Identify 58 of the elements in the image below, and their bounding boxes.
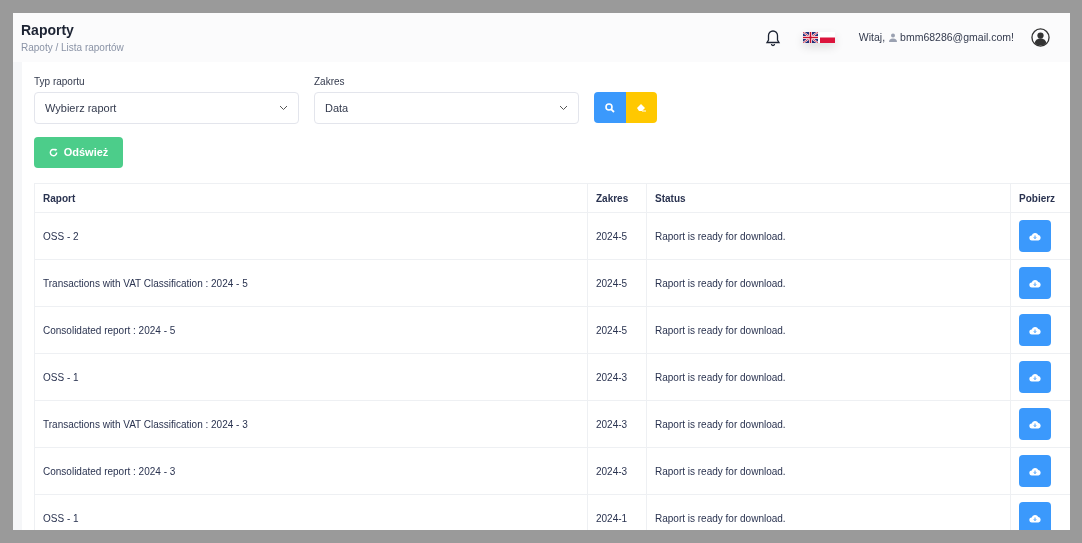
column-header: Status <box>646 183 1011 213</box>
greeting-text: Witaj, <box>858 29 886 45</box>
breadcrumb: Rapoty / Lista raportów <box>21 40 124 55</box>
user-email: bmm68286@gmail.com! <box>900 29 1014 45</box>
user-icon <box>889 33 898 42</box>
cloud-download-icon <box>1029 513 1041 523</box>
download-button[interactable] <box>1019 408 1051 440</box>
table-cell: Consolidated report : 2024 - 5 <box>34 306 588 354</box>
table-cell: Raport is ready for download. <box>646 259 1011 307</box>
language-switcher[interactable] <box>802 32 835 43</box>
table-cell: 2024-5 <box>587 306 647 354</box>
column-header: Pobierz <box>1010 183 1070 213</box>
chevron-down-icon <box>559 105 568 111</box>
clear-button[interactable] <box>626 92 657 123</box>
table-cell: Raport is ready for download. <box>646 400 1011 448</box>
table-cell: Raport is ready for download. <box>646 306 1011 354</box>
bell-icon[interactable] <box>764 28 781 47</box>
field-label: Zakres <box>314 75 346 89</box>
search-button[interactable] <box>594 92 626 123</box>
download-button[interactable] <box>1019 502 1051 530</box>
field-label: Typ raportu <box>34 75 86 89</box>
chevron-down-icon <box>279 105 288 111</box>
table-cell: OSS - 2 <box>34 212 588 260</box>
cloud-download-icon <box>1029 231 1041 241</box>
table-cell: 2024-3 <box>587 447 647 495</box>
download-button[interactable] <box>1019 267 1051 299</box>
cloud-download-icon <box>1029 419 1041 429</box>
table-cell: Consolidated report : 2024 - 3 <box>34 447 588 495</box>
table-cell: Raport is ready for download. <box>646 353 1011 401</box>
download-button[interactable] <box>1019 220 1051 252</box>
table-cell: 2024-5 <box>587 259 647 307</box>
download-button[interactable] <box>1019 455 1051 487</box>
table-cell: OSS - 1 <box>34 353 588 401</box>
search-icon <box>605 102 615 113</box>
uk-flag-icon[interactable] <box>802 32 818 43</box>
column-header: Raport <box>34 183 588 213</box>
column-header: Zakres <box>587 183 647 213</box>
poland-flag-icon[interactable] <box>819 32 835 43</box>
cloud-download-icon <box>1029 466 1041 476</box>
table-cell: 2024-5 <box>587 212 647 260</box>
download-button[interactable] <box>1019 314 1051 346</box>
refresh-icon <box>48 148 58 157</box>
download-button[interactable] <box>1019 361 1051 393</box>
cloud-download-icon <box>1029 278 1041 288</box>
table-cell: Transactions with VAT Classification : 2024 - 5 <box>34 259 588 307</box>
table-cell: Raport is ready for download. <box>646 447 1011 495</box>
dropdown-field[interactable]: Wybierz raport <box>34 92 299 124</box>
dropdown-field[interactable]: Data <box>314 92 579 124</box>
table-cell: Raport is ready for download. <box>646 212 1011 260</box>
page-title: Raporty <box>21 20 75 39</box>
table-cell: 2024-3 <box>587 400 647 448</box>
avatar-icon[interactable] <box>1031 28 1050 47</box>
eraser-icon <box>636 103 647 112</box>
table-cell: OSS - 1 <box>34 494 588 530</box>
table-cell: Transactions with VAT Classification : 2024 - 3 <box>34 400 588 448</box>
cloud-download-icon <box>1029 372 1041 382</box>
table-cell: 2024-3 <box>587 353 647 401</box>
cloud-download-icon <box>1029 325 1041 335</box>
